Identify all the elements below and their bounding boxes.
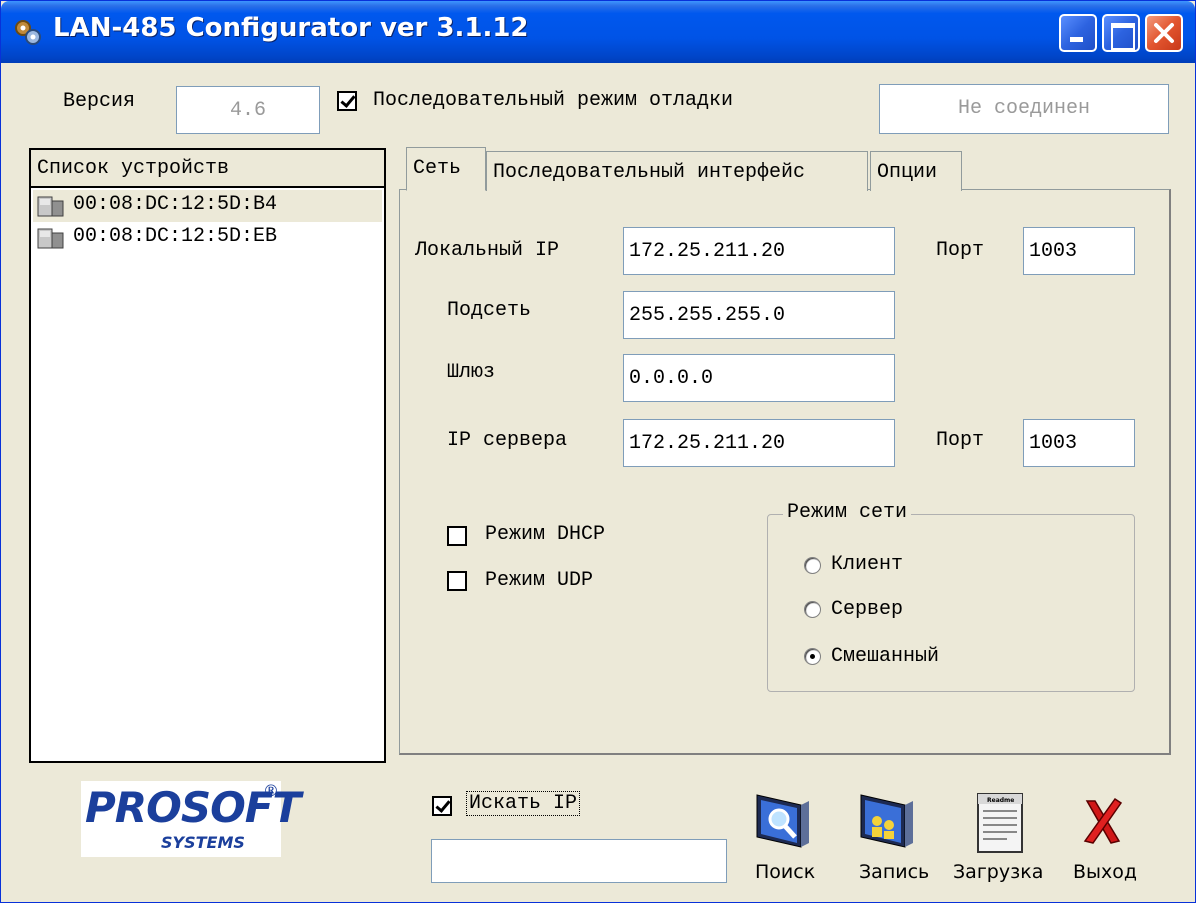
search-ip-input[interactable] [431, 839, 727, 883]
server-ip-label: IP сервера [447, 429, 568, 452]
mode-client-radio[interactable] [804, 557, 821, 574]
server-port-input[interactable]: 1003 [1023, 419, 1135, 467]
registered-mark: ® [263, 781, 279, 800]
write-monitor-icon [860, 794, 913, 848]
exit-button[interactable]: Выход [1067, 791, 1147, 891]
subnet-label: Подсеть [447, 299, 532, 322]
load-button[interactable]: Readme Загрузка [951, 791, 1051, 891]
device-list-item[interactable]: 00:08:DC:12:5D:B4 [33, 190, 382, 222]
mode-mixed-label: Смешанный [831, 645, 940, 668]
debug-label: Последовательный режим отладки [373, 89, 734, 112]
window-title: LAN-485 Configurator ver 3.1.12 [53, 13, 529, 43]
exit-x-icon [1083, 797, 1123, 844]
tab-options[interactable]: Опции [870, 151, 962, 191]
gear-app-icon [15, 20, 41, 45]
local-port-label: Порт [936, 239, 985, 262]
mode-client-label: Клиент [831, 553, 904, 576]
close-icon [1154, 23, 1174, 43]
server-ip-input[interactable]: 172.25.211.20 [623, 419, 895, 467]
tab-serial-interface[interactable]: Последовательный интерфейс [486, 151, 868, 191]
device-icon [37, 196, 64, 217]
version-field: 4.6 [176, 86, 320, 134]
search-button[interactable]: Поиск [749, 791, 829, 891]
dhcp-checkbox[interactable] [447, 526, 467, 546]
local-port-input[interactable]: 1003 [1023, 227, 1135, 275]
local-ip-label: Локальный IP [415, 239, 560, 262]
network-mode-title: Режим сети [783, 501, 912, 524]
maximize-button[interactable] [1102, 14, 1140, 52]
minimize-button[interactable] [1059, 14, 1097, 52]
title-bar[interactable]: LAN-485 Configurator ver 3.1.12 [1, 1, 1195, 63]
device-list[interactable]: Список устройств 00:08:DC:12:5D:B4 00:08… [29, 148, 386, 763]
app-window: LAN-485 Configurator ver 3.1.12 Версия 4… [0, 0, 1196, 903]
search-ip-label: Искать IP [466, 791, 581, 816]
prosoft-logo: ProSoft ® SYSTEMS [81, 781, 301, 857]
gateway-label: Шлюз [447, 361, 496, 384]
mode-server-label: Сервер [831, 598, 904, 621]
search-ip-checkbox[interactable] [432, 796, 452, 816]
close-button[interactable] [1145, 14, 1183, 52]
subnet-input[interactable]: 255.255.255.0 [623, 291, 895, 339]
network-mode-group [767, 514, 1135, 692]
server-port-label: Порт [936, 429, 985, 452]
mode-server-radio[interactable] [804, 601, 821, 618]
version-label: Версия [63, 90, 136, 113]
mode-mixed-radio[interactable] [804, 648, 821, 665]
device-list-item[interactable]: 00:08:DC:12:5D:EB [33, 222, 382, 254]
dhcp-label: Режим DHCP [485, 523, 606, 546]
gateway-input[interactable]: 0.0.0.0 [623, 354, 895, 402]
status-field: Не соединен [879, 84, 1169, 134]
write-button[interactable]: Запись [853, 791, 933, 891]
search-monitor-icon [756, 794, 809, 848]
debug-checkbox[interactable] [337, 91, 357, 111]
tab-network[interactable]: Сеть [406, 147, 486, 191]
udp-label: Режим UDP [485, 569, 594, 592]
device-list-header[interactable]: Список устройств [31, 150, 384, 188]
local-ip-input[interactable]: 172.25.211.20 [623, 227, 895, 275]
device-icon [37, 228, 64, 249]
udp-checkbox[interactable] [447, 571, 467, 591]
